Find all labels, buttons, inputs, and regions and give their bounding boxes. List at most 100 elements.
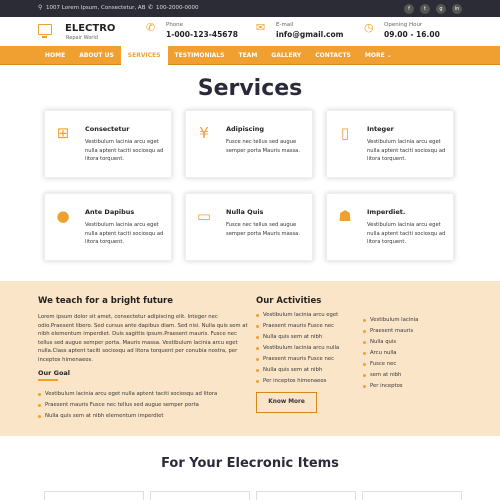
list-item: Per inceptos (363, 381, 418, 392)
monitor-icon (38, 24, 52, 38)
goal-list: Vestibulum lacinia arcu eget nulla apten… (38, 389, 217, 422)
activities-list-left: Vestibulum lacinia arcu eget Praesent ma… (256, 310, 339, 387)
product-card[interactable] (362, 491, 462, 500)
goal-heading: Our Goal (38, 369, 71, 377)
bullet-icon (38, 404, 41, 407)
tablet-icon: ▭ (196, 207, 212, 225)
service-text: Vestibulum lacinia arcu eget nulla apten… (367, 139, 446, 162)
nav-services[interactable]: SERVICES (120, 46, 168, 65)
topbar-phone: ✆ 100-2000-0000 (148, 5, 198, 12)
electronics-heading: For Your Elecronic Items (161, 456, 339, 471)
linkedin-icon[interactable]: in (452, 4, 462, 14)
service-card[interactable]: ▭ Nulla Quis Fusce nec tellus sed augue … (185, 193, 313, 261)
list-item: Arcu nulla (363, 348, 418, 359)
list-item: Praesent mauris Fusce nec (256, 321, 339, 332)
bullet-icon (363, 330, 366, 333)
mobile-icon: ▯ (340, 124, 350, 142)
social-links: f t g in (404, 4, 462, 14)
bullet-icon (256, 347, 259, 350)
list-item: sem at nibh (363, 370, 418, 381)
address-text: 1007 Lorem Ipsum, Consectetur, AB (46, 5, 146, 11)
service-title: Adipiscing (226, 125, 265, 133)
service-title: Consectetur (85, 125, 130, 133)
main-nav: HOME ABOUT US SERVICES TESTIMONIALS TEAM… (0, 46, 500, 65)
list-item: Praesent mauris (363, 326, 418, 337)
product-card[interactable] (150, 491, 250, 500)
hours-label: Opening Hour (384, 22, 423, 28)
bullet-icon (256, 358, 259, 361)
phone-icon: ✆ (146, 21, 156, 34)
activities-list-right: Vestibulum lacinia Praesent mauris Nulla… (363, 315, 418, 392)
service-title: Imperdiet. (367, 208, 406, 216)
list-item: Vestibulum lacinia arcu eget (256, 310, 339, 321)
teach-heading: We teach for a bright future (38, 296, 173, 306)
email-label: E-mail (276, 22, 294, 28)
service-card[interactable]: ¥ Adipiscing Fusce nec tellus sed augue … (185, 110, 313, 178)
nav-team[interactable]: TEAM (231, 46, 264, 65)
service-text: Vestibulum lacinia arcu eget nulla apten… (85, 139, 164, 162)
bullet-icon (363, 385, 366, 388)
service-text: Fusce nec tellus sed augue semper porta … (226, 222, 301, 237)
clock-icon: ◷ (364, 21, 374, 34)
nav-contacts[interactable]: CONTACTS (308, 46, 358, 65)
bullet-icon (256, 369, 259, 372)
list-item: Per inceptos himenaeos (256, 376, 339, 387)
phone-label: Phone (166, 22, 184, 28)
bullet-icon (38, 393, 41, 396)
topbar-address: ⚲ 1007 Lorem Ipsum, Consectetur, AB (38, 4, 146, 12)
list-item: Vestibulum lacinia (363, 315, 418, 326)
list-item: Fusce nec (363, 359, 418, 370)
site-header: ELECTRO Repair World ✆ Phone 1-000-123-4… (0, 17, 500, 45)
service-card[interactable]: ● Ante Dapibus Vestibulum lacinia arcu e… (44, 193, 172, 261)
list-item: Vestibulum lacinia arcu nulla (256, 343, 339, 354)
hours-value: 09.00 - 16.00 (384, 30, 440, 39)
product-card[interactable] (256, 491, 356, 500)
list-item: Nulla quis sem at nibh elementum imperdi… (38, 411, 217, 422)
email-value[interactable]: info@gmail.com (276, 30, 343, 39)
bullet-icon (363, 374, 366, 377)
activities-heading: Our Activities (256, 296, 322, 306)
service-text: Vestibulum lacinia arcu eget nulla apten… (85, 222, 164, 245)
nav-testimonials[interactable]: TESTIMONIALS (168, 46, 232, 65)
brand-subtitle: Repair World (66, 35, 98, 41)
bullet-icon (256, 325, 259, 328)
bullet-icon (363, 352, 366, 355)
list-item: Vestibulum lacinia arcu eget nulla apten… (38, 389, 217, 400)
service-card[interactable]: ☗ Imperdiet. Vestibulum lacinia arcu ege… (326, 193, 454, 261)
nav-more[interactable]: MORE ⌄ (358, 46, 399, 65)
header-hours: ◷ Opening Hour 09.00 - 16.00 (364, 21, 440, 40)
service-card[interactable]: ▯ Integer Vestibulum lacinia arcu eget n… (326, 110, 454, 178)
service-text: Fusce nec tellus sed augue semper porta … (226, 139, 301, 154)
bullet-icon (38, 415, 41, 418)
bullet-icon (256, 336, 259, 339)
nav-gallery[interactable]: GALLERY (264, 46, 308, 65)
service-card[interactable]: ⊞ Consectetur Vestibulum lacinia arcu eg… (44, 110, 172, 178)
envelope-icon: ✉ (256, 21, 266, 34)
nav-home[interactable]: HOME (38, 46, 72, 65)
android-icon: ☗ (338, 207, 352, 225)
facebook-icon[interactable]: f (404, 4, 414, 14)
yen-icon: ¥ (199, 124, 209, 142)
header-phone: ✆ Phone 1-000-123-45678 (146, 21, 238, 40)
twitter-icon[interactable]: t (420, 4, 430, 14)
phone-value[interactable]: 1-000-123-45678 (166, 30, 238, 39)
google-icon[interactable]: g (436, 4, 446, 14)
windows-icon: ⊞ (56, 124, 70, 142)
bullet-icon (363, 319, 366, 322)
nav-about-us[interactable]: ABOUT US (72, 46, 121, 65)
service-title: Nulla Quis (226, 208, 264, 216)
bullet-icon (363, 363, 366, 366)
location-pin-icon: ⚲ (38, 4, 43, 11)
goal-underline (38, 379, 58, 381)
bullet-icon (363, 341, 366, 344)
teach-paragraph: Lorem ipsum dolor sit amet, consectetur … (38, 314, 248, 363)
brand-name[interactable]: ELECTRO (65, 23, 115, 34)
top-bar: ⚲ 1007 Lorem Ipsum, Consectetur, AB ✆ 10… (0, 0, 500, 17)
header-email: ✉ E-mail info@gmail.com (256, 21, 343, 40)
bullet-icon (256, 314, 259, 317)
know-more-button[interactable]: Know More (256, 392, 317, 413)
list-item: Praesent mauris Fusce nec tellus sed aug… (38, 400, 217, 411)
service-text: Vestibulum lacinia arcu eget nulla apten… (367, 222, 446, 245)
product-card[interactable] (44, 491, 144, 500)
list-item: Nulla quis (363, 337, 418, 348)
